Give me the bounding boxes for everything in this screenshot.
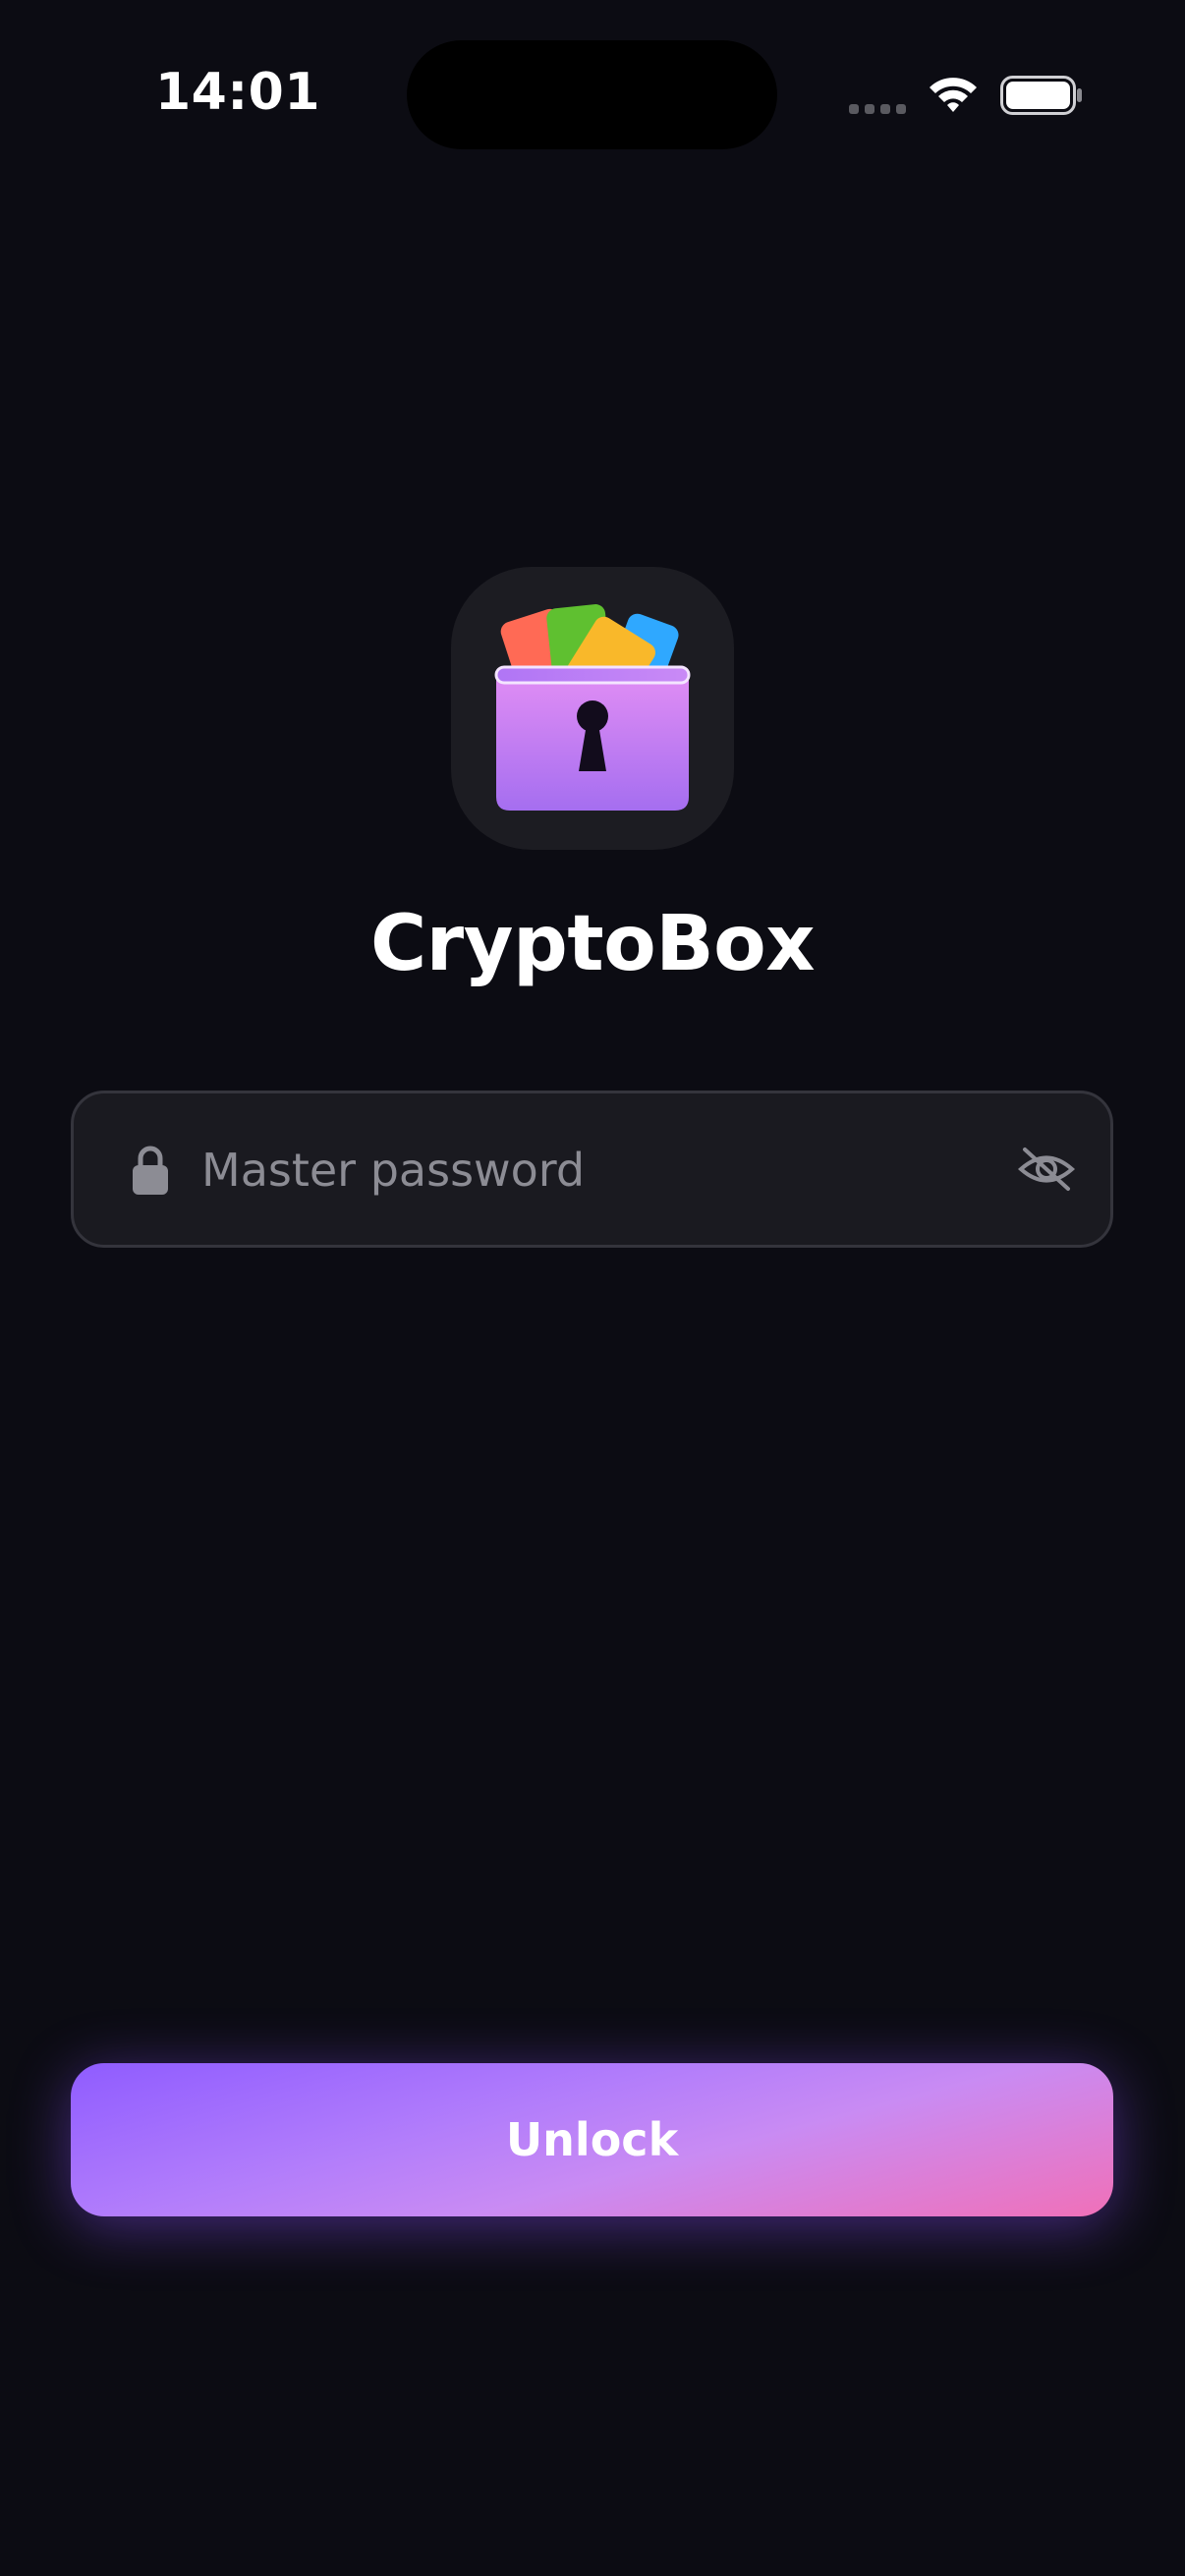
master-password-input[interactable] <box>201 1123 968 1217</box>
cellular-signal-icon <box>849 104 906 114</box>
app-icon <box>451 567 734 850</box>
unlock-button[interactable]: Unlock <box>71 2063 1113 2216</box>
app-title: CryptoBox <box>369 900 816 988</box>
password-field[interactable] <box>71 1091 1113 1248</box>
dynamic-island <box>407 40 777 149</box>
lock-icon <box>133 1146 168 1195</box>
cryptobox-logo-icon <box>494 604 691 811</box>
wifi-icon <box>930 78 977 112</box>
status-time: 14:01 <box>155 63 321 122</box>
battery-icon <box>1000 76 1082 115</box>
eye-off-icon[interactable] <box>1017 1145 1076 1194</box>
status-bar: 14:01 <box>0 0 1185 196</box>
